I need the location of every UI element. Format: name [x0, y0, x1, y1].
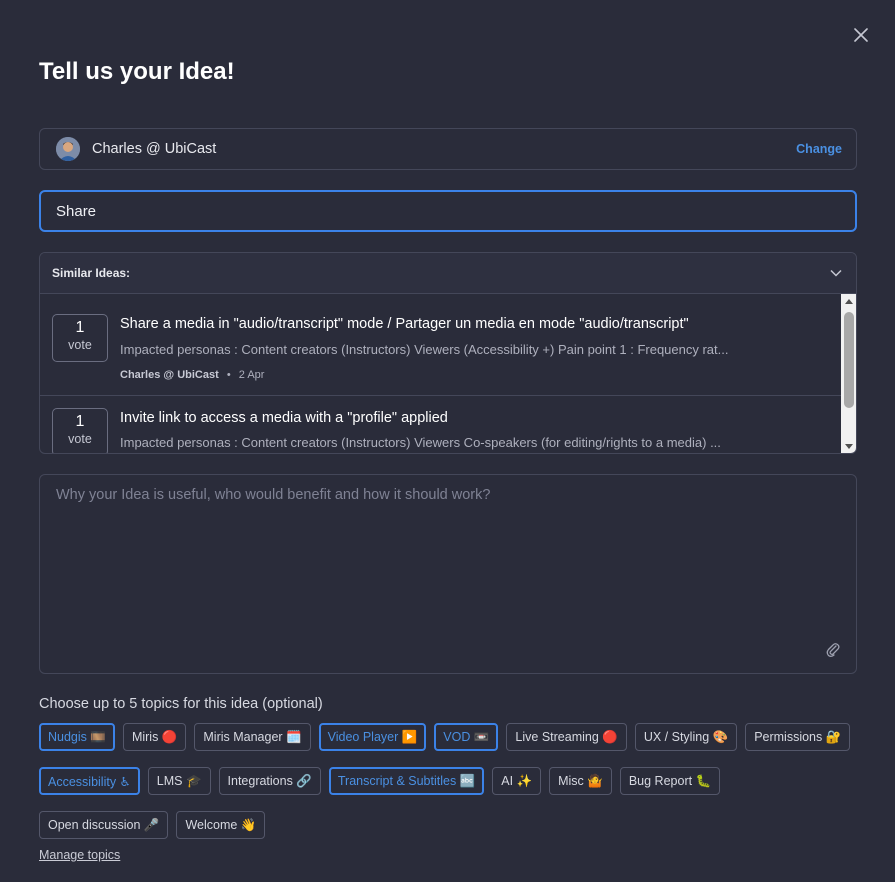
meta-separator: •	[226, 369, 231, 381]
idea-description-input[interactable]	[39, 474, 857, 674]
topics-row: Nudgis 🎞️ Miris 🔴 Miris Manager 🗓️ Video…	[39, 723, 851, 751]
close-icon	[854, 28, 868, 42]
paperclip-icon	[826, 643, 840, 658]
vote-count: 1	[75, 413, 85, 430]
topic-chip-nudgis[interactable]: Nudgis 🎞️	[39, 723, 115, 751]
topic-chip-misc[interactable]: Misc 🤷	[549, 767, 612, 795]
vote-button[interactable]: 1 vote	[52, 314, 108, 362]
idea-title-input[interactable]	[39, 190, 857, 232]
idea-title[interactable]: Share a media in "audio/transcript" mode…	[120, 316, 689, 332]
similar-ideas-header[interactable]: Similar Ideas:	[40, 253, 856, 294]
topics-row: Accessibility ♿ LMS 🎓 Integrations 🔗 Tra…	[39, 767, 721, 795]
manage-topics-link[interactable]: Manage topics	[39, 848, 120, 862]
vote-label: vote	[68, 338, 92, 352]
topic-chip-accessibility[interactable]: Accessibility ♿	[39, 767, 140, 795]
topic-chip-transcript-subtitles[interactable]: Transcript & Subtitles 🔤	[328, 767, 485, 795]
idea-date: 2 Apr	[238, 369, 265, 381]
idea-description: Impacted personas : Content creators (In…	[120, 435, 721, 450]
chevron-down-icon[interactable]	[830, 269, 842, 277]
user-name: Charles @ UbiCast	[92, 141, 217, 157]
user-selector: Charles @ UbiCast Change	[39, 128, 857, 170]
topic-chip-ai[interactable]: AI ✨	[492, 767, 542, 795]
scroll-thumb[interactable]	[844, 312, 854, 408]
triangle-down-icon	[845, 443, 853, 449]
idea-description: Impacted personas : Content creators (In…	[120, 342, 729, 357]
list-item[interactable]: 1 vote Share a media in "audio/transcrip…	[40, 294, 841, 396]
vote-count: 1	[75, 319, 85, 336]
idea-title[interactable]: Invite link to access a media with a "pr…	[120, 410, 448, 426]
vote-label: vote	[68, 432, 92, 446]
topic-chip-open-discussion[interactable]: Open discussion 🎤	[39, 811, 169, 839]
topic-chip-miris-manager[interactable]: Miris Manager 🗓️	[194, 723, 311, 751]
scroll-up-button[interactable]	[841, 294, 856, 308]
change-user-button[interactable]: Change	[796, 142, 842, 156]
topic-chip-bug-report[interactable]: Bug Report 🐛	[619, 767, 721, 795]
modal-title: Tell us your Idea!	[39, 58, 235, 85]
close-button[interactable]	[850, 24, 872, 46]
scrollbar[interactable]	[841, 294, 856, 453]
triangle-up-icon	[845, 298, 853, 304]
similar-ideas-list: 1 vote Share a media in "audio/transcrip…	[40, 294, 856, 453]
attach-button[interactable]	[826, 642, 842, 658]
list-item[interactable]: 1 vote Invite link to access a media wit…	[40, 396, 841, 453]
topic-chip-permissions[interactable]: Permissions 🔐	[745, 723, 851, 751]
topic-chip-lms[interactable]: LMS 🎓	[147, 767, 211, 795]
similar-ideas-title: Similar Ideas:	[52, 266, 131, 280]
avatar	[56, 137, 80, 161]
topic-chip-integrations[interactable]: Integrations 🔗	[218, 767, 321, 795]
scroll-down-button[interactable]	[841, 439, 856, 453]
topic-chip-video-player[interactable]: Video Player ▶️	[318, 723, 427, 751]
topic-chip-welcome[interactable]: Welcome 👋	[176, 811, 266, 839]
topics-label: Choose up to 5 topics for this idea (opt…	[39, 696, 323, 712]
topics-row: Open discussion 🎤 Welcome 👋	[39, 811, 266, 839]
topic-chip-vod[interactable]: VOD 📼	[434, 723, 499, 751]
similar-ideas-panel: Similar Ideas: 1 vote Share a media in "…	[39, 252, 857, 454]
topic-chip-ux-styling[interactable]: UX / Styling 🎨	[634, 723, 738, 751]
topic-chip-live-streaming[interactable]: Live Streaming 🔴	[506, 723, 627, 751]
idea-meta: Charles @ UbiCast • 2 Apr	[120, 369, 264, 381]
vote-button[interactable]: 1 vote	[52, 408, 108, 453]
idea-author: Charles @ UbiCast	[120, 369, 219, 381]
topic-chip-miris[interactable]: Miris 🔴	[122, 723, 187, 751]
